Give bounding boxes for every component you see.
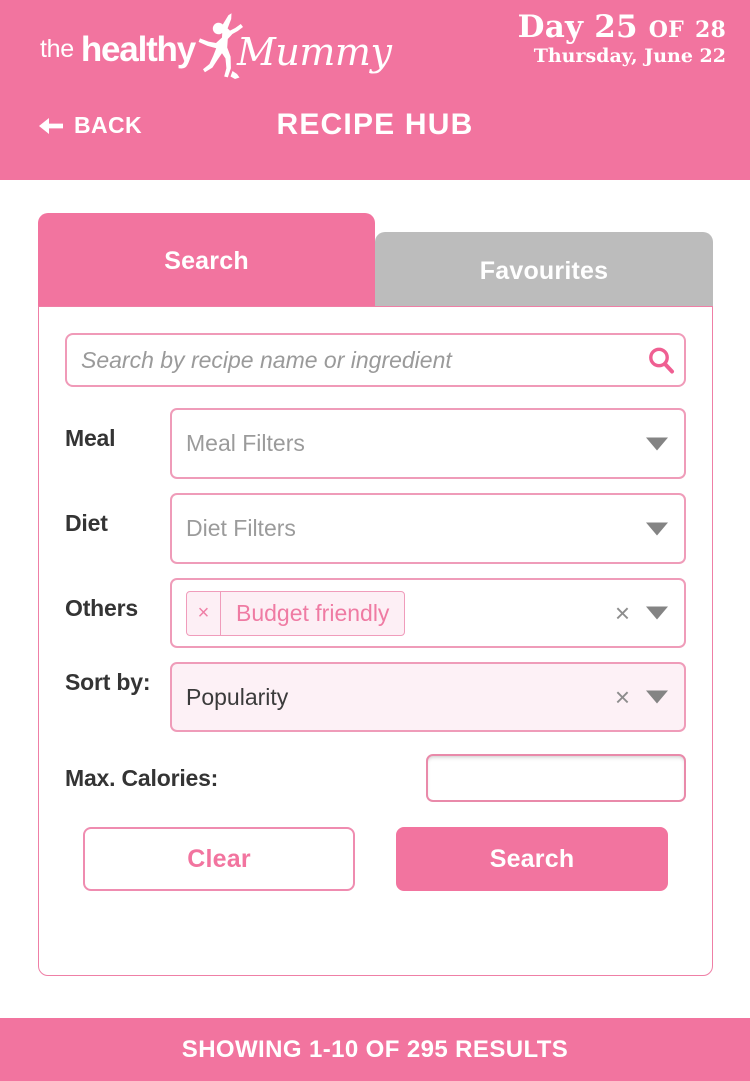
day-prefix: Day [517,9,584,45]
page-title: RECIPE HUB [276,108,474,141]
filter-row-meal: Meal Meal Filters [65,408,686,479]
clear-icon[interactable]: × [615,600,630,626]
search-icon[interactable] [638,345,684,375]
search-field-wrapper [65,333,686,387]
chevron-down-icon [646,437,668,450]
max-calories-label: Max. Calories: [65,764,219,791]
tab-search-label: Search [164,247,249,275]
tab-bar: Search Favourites [38,210,713,310]
others-filter-select[interactable]: × Budget friendly × [170,578,686,648]
search-input[interactable] [67,346,638,374]
app-header: the healthy Mummy Day 25 OF 28 Thursday,… [0,0,750,180]
sortby-select[interactable]: Popularity × [170,662,686,732]
day-counter: Day 25 OF 28 Thursday, June 22 [518,10,726,68]
filter-label-diet: Diet [65,510,108,536]
tab-favourites-label: Favourites [479,256,609,285]
max-calories-input[interactable] [426,754,686,802]
filter-label-sortby: Sort by: [65,669,151,695]
jumping-woman-silhouette-icon [191,11,253,83]
filter-row-diet: Diet Diet Filters [65,493,686,564]
results-bar: SHOWING 1-10 OF 295 RESULTS [0,1018,750,1081]
max-calories-row: Max. Calories: [65,754,686,802]
chevron-down-icon [646,606,668,620]
logo-mummy-text: Mummy [237,30,392,74]
filter-label-meal: Meal [65,425,116,451]
diet-filter-select[interactable]: Diet Filters [170,493,686,564]
clear-button-label: Clear [187,844,251,873]
sortby-value: Popularity [186,683,289,710]
current-date: Thursday, June 22 [533,44,726,67]
clear-button[interactable]: Clear [83,827,355,891]
meal-filter-placeholder: Meal Filters [186,430,305,456]
brand-logo: the healthy Mummy [40,13,392,80]
tab-search[interactable]: Search [38,213,375,310]
filter-label-others: Others [65,595,138,621]
filter-chip-label: Budget friendly [236,599,390,626]
logo-healthy-text: healthy [80,29,196,69]
filter-row-others: Others × Budget friendly × [65,578,686,648]
meal-filter-select[interactable]: Meal Filters [170,408,686,479]
results-count-label: SHOWING 1-10 OF 295 RESULTS [181,1035,569,1063]
close-icon[interactable]: × [187,591,221,635]
day-total: 28 [694,17,726,43]
search-panel: Meal Meal Filters Diet Diet Filters Othe… [38,306,713,976]
filter-row-sortby: Sort by: Popularity × [65,662,686,732]
tab-favourites[interactable]: Favourites [375,232,713,310]
action-buttons: Clear Search [65,827,686,891]
diet-filter-placeholder: Diet Filters [186,515,296,541]
search-button[interactable]: Search [396,827,668,891]
day-of: OF [648,17,684,43]
day-number: 25 [594,9,638,45]
chevron-down-icon [646,522,668,535]
logo-the-text: the [40,34,74,63]
chevron-down-icon [646,690,668,704]
filter-chip-budget-friendly: × Budget friendly [186,590,406,636]
day-counter-line: Day 25 OF 28 [518,10,726,45]
search-button-label: Search [489,844,575,873]
clear-icon[interactable]: × [615,684,630,710]
